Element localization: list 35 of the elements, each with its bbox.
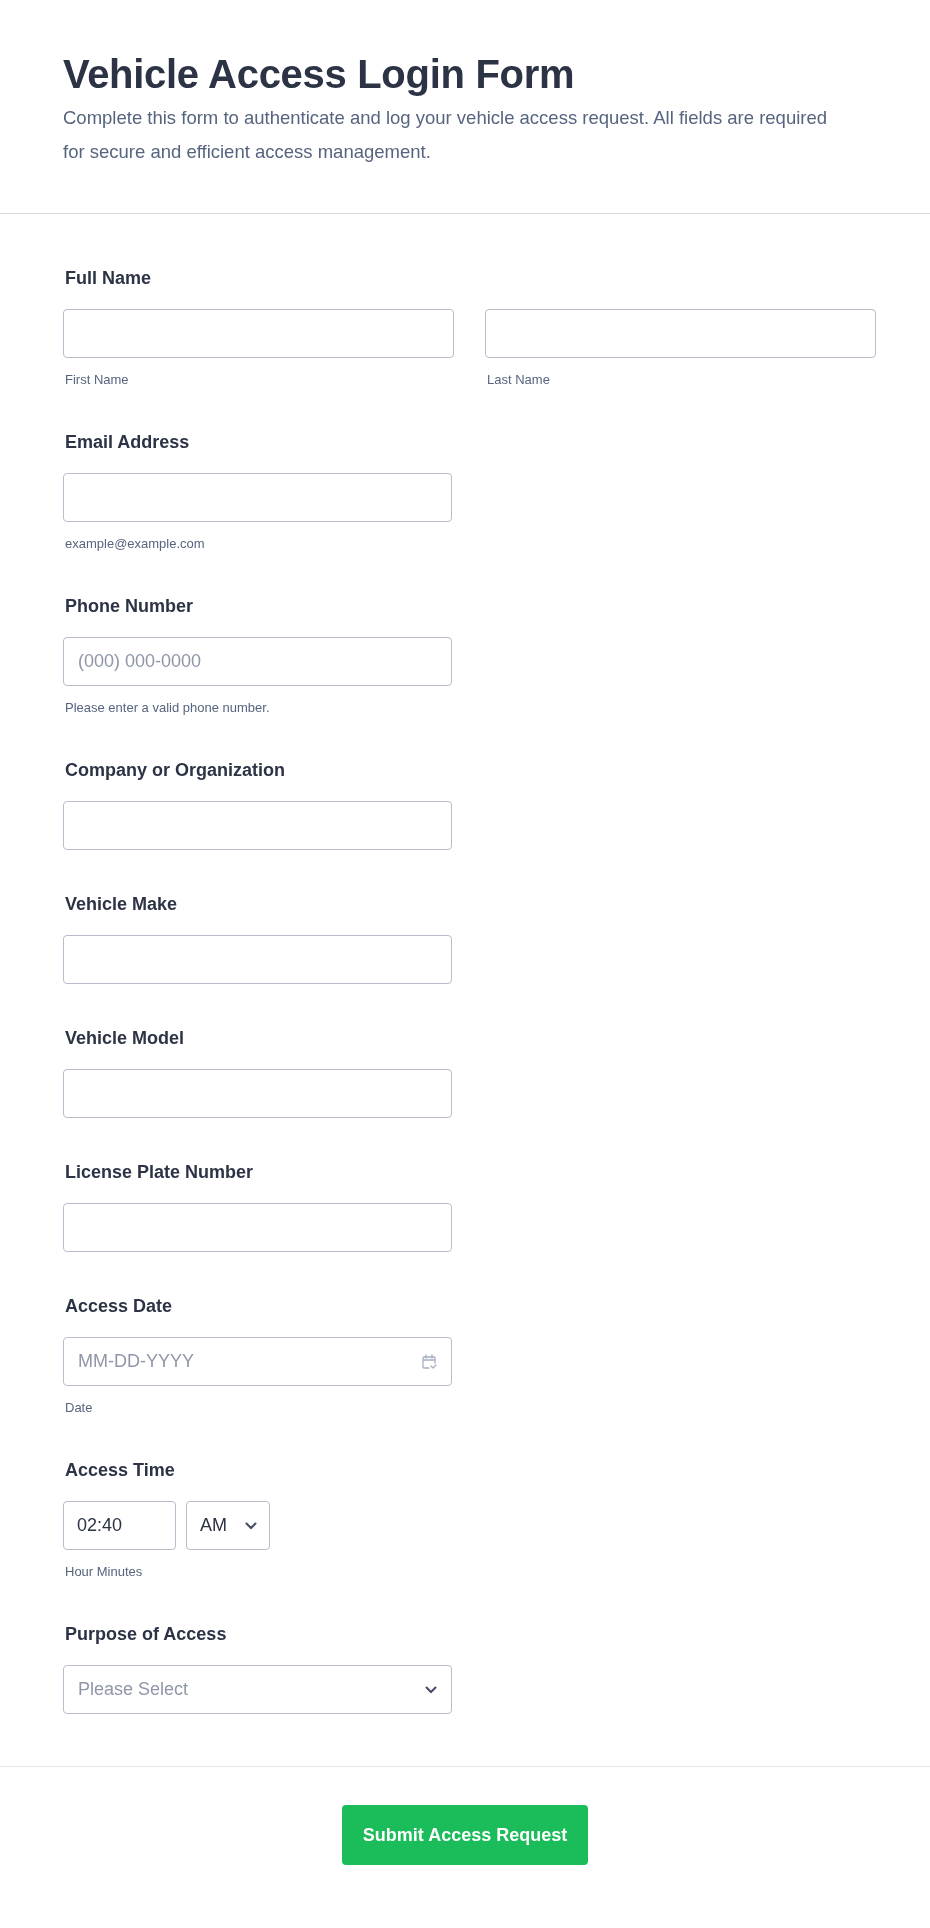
chevron-down-icon xyxy=(425,1685,437,1694)
chevron-down-icon xyxy=(245,1521,257,1530)
field-label: License Plate Number xyxy=(65,1161,254,1184)
field-label: Access Time xyxy=(65,1459,175,1482)
text-input[interactable] xyxy=(63,473,452,522)
date-input[interactable]: MM-DD-YYYY xyxy=(63,1337,452,1386)
field-label: Full Name xyxy=(65,267,152,290)
field-hint: Date xyxy=(65,1400,93,1416)
field-label: Access Date xyxy=(65,1295,173,1318)
form-title: Vehicle Access Login Form xyxy=(63,52,576,97)
am-pm-dropdown[interactable]: AM xyxy=(186,1501,270,1550)
purpose-dropdown[interactable]: Please Select xyxy=(63,1665,452,1714)
field-hint: Please enter a valid phone number. xyxy=(65,700,270,716)
field-hint: First Name xyxy=(65,372,129,388)
field-label: Vehicle Model xyxy=(65,1027,185,1050)
last-name-input[interactable] xyxy=(485,309,876,358)
field-hint: example@example.com xyxy=(65,536,205,552)
text-input[interactable] xyxy=(63,935,452,984)
field-hint: Hour Minutes xyxy=(65,1564,143,1580)
field-label: Email Address xyxy=(65,431,190,454)
text-input[interactable]: (000) 000-0000 xyxy=(63,637,452,686)
form-description: Complete this form to authenticate and log your vehicle access request. All fields are required for secure and efficient access management. xyxy=(63,106,829,164)
submit-button[interactable]: Submit Access Request xyxy=(341,1805,589,1865)
calendar-icon xyxy=(421,1353,437,1370)
field-label: Vehicle Make xyxy=(65,893,178,916)
field-label: Purpose of Access xyxy=(65,1623,227,1646)
text-input[interactable] xyxy=(63,801,452,850)
text-input[interactable] xyxy=(63,1069,452,1118)
date-placeholder: MM-DD-YYYY xyxy=(78,1351,195,1372)
text-input[interactable] xyxy=(63,1203,452,1252)
field-label: Phone Number xyxy=(65,595,193,618)
field-label: Company or Organization xyxy=(65,759,286,782)
field-hint: Last Name xyxy=(487,372,550,388)
first-name-input[interactable] xyxy=(63,309,454,358)
time-input[interactable]: 02:40 xyxy=(63,1501,176,1550)
